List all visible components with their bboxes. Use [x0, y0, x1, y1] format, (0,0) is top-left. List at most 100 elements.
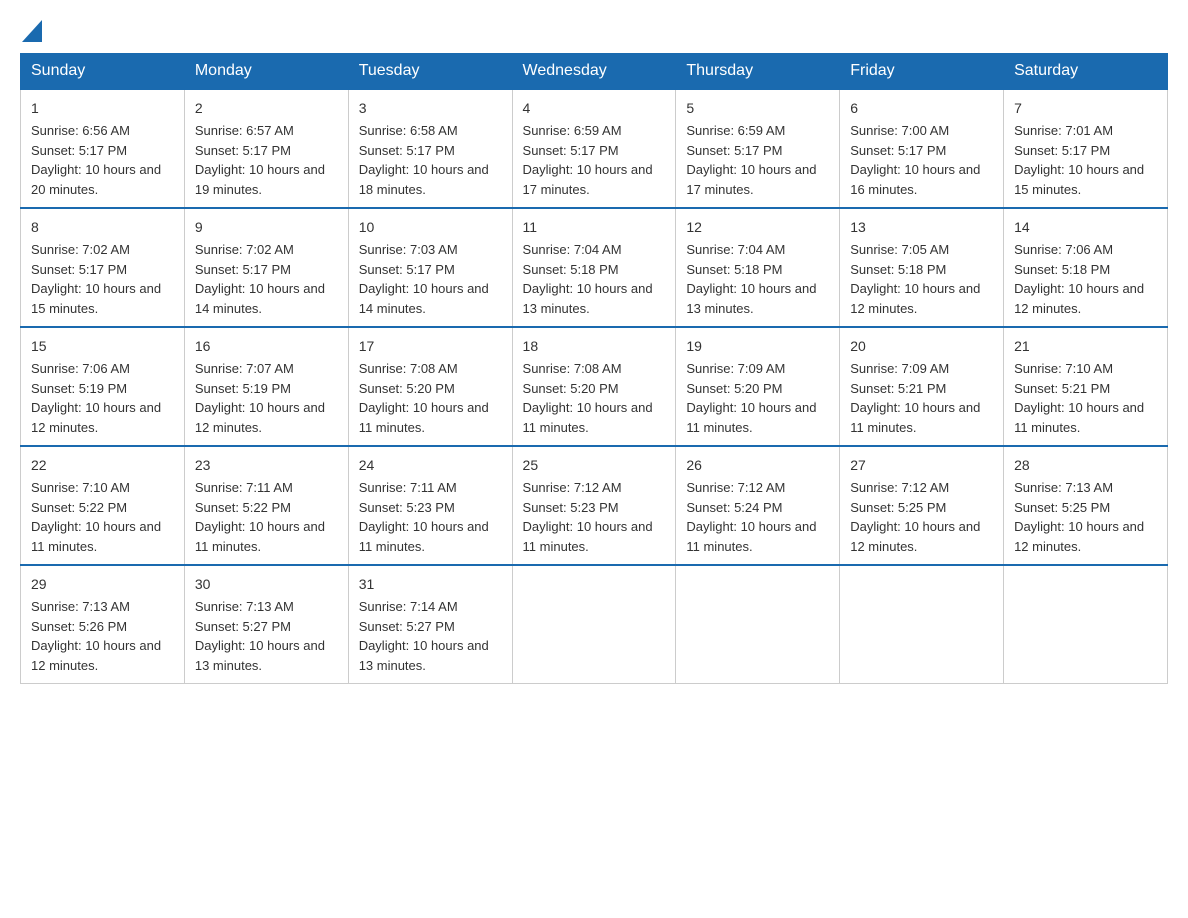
day-number: 6	[850, 98, 993, 119]
day-number: 29	[31, 574, 174, 595]
calendar-cell: 1Sunrise: 6:56 AMSunset: 5:17 PMDaylight…	[21, 89, 185, 208]
day-number: 2	[195, 98, 338, 119]
calendar-cell: 24 Sunrise: 7:11 AMSunset: 5:23 PMDayligh…	[348, 446, 512, 565]
day-number: 30	[195, 574, 338, 595]
day-info: Sunrise: 7:06 AMSunset: 5:19 PMDaylight:…	[31, 361, 161, 435]
day-header-friday: Friday	[840, 54, 1004, 90]
calendar-cell: 7 Sunrise: 7:01 AMSunset: 5:17 PMDaylight…	[1004, 89, 1168, 208]
calendar-week-row: 15Sunrise: 7:06 AMSunset: 5:19 PMDayligh…	[21, 327, 1168, 446]
day-info: Sunrise: 7:13 AMSunset: 5:26 PMDaylight:…	[31, 599, 161, 673]
day-number: 24	[359, 455, 502, 476]
day-info: Sunrise: 7:11 AMSunset: 5:22 PMDaylight:…	[195, 480, 325, 554]
calendar-week-row: 29 Sunrise: 7:13 AMSunset: 5:26 PMDayligh…	[21, 565, 1168, 684]
day-number: 3	[359, 98, 502, 119]
logo-triangle-icon	[22, 20, 42, 42]
day-number: 8	[31, 217, 174, 238]
day-info: Sunrise: 7:09 AMSunset: 5:20 PMDaylight:…	[686, 361, 816, 435]
calendar-cell: 15Sunrise: 7:06 AMSunset: 5:19 PMDayligh…	[21, 327, 185, 446]
day-info: Sunrise: 7:03 AMSunset: 5:17 PMDaylight:…	[359, 242, 489, 316]
calendar-cell: 3 Sunrise: 6:58 AMSunset: 5:17 PMDaylight…	[348, 89, 512, 208]
calendar-cell: 26 Sunrise: 7:12 AMSunset: 5:24 PMDayligh…	[676, 446, 840, 565]
day-number: 22	[31, 455, 174, 476]
day-number: 31	[359, 574, 502, 595]
calendar-cell	[512, 565, 676, 684]
day-number: 4	[523, 98, 666, 119]
day-number: 25	[523, 455, 666, 476]
day-info: Sunrise: 7:01 AMSunset: 5:17 PMDaylight:…	[1014, 123, 1144, 197]
day-number: 26	[686, 455, 829, 476]
calendar-cell: 20 Sunrise: 7:09 AMSunset: 5:21 PMDayligh…	[840, 327, 1004, 446]
day-info: Sunrise: 6:58 AMSunset: 5:17 PMDaylight:…	[359, 123, 489, 197]
day-info: Sunrise: 6:59 AMSunset: 5:17 PMDaylight:…	[686, 123, 816, 197]
calendar-cell	[676, 565, 840, 684]
calendar-cell: 23 Sunrise: 7:11 AMSunset: 5:22 PMDayligh…	[184, 446, 348, 565]
day-info: Sunrise: 7:08 AMSunset: 5:20 PMDaylight:…	[359, 361, 489, 435]
day-info: Sunrise: 7:05 AMSunset: 5:18 PMDaylight:…	[850, 242, 980, 316]
day-number: 27	[850, 455, 993, 476]
calendar-cell	[840, 565, 1004, 684]
calendar-cell: 8 Sunrise: 7:02 AMSunset: 5:17 PMDaylight…	[21, 208, 185, 327]
day-info: Sunrise: 7:08 AMSunset: 5:20 PMDaylight:…	[523, 361, 653, 435]
day-number: 17	[359, 336, 502, 357]
day-header-sunday: Sunday	[21, 54, 185, 90]
day-info: Sunrise: 7:12 AMSunset: 5:25 PMDaylight:…	[850, 480, 980, 554]
page-header	[20, 20, 1168, 43]
day-number: 14	[1014, 217, 1157, 238]
calendar-cell: 27 Sunrise: 7:12 AMSunset: 5:25 PMDayligh…	[840, 446, 1004, 565]
calendar-week-row: 8 Sunrise: 7:02 AMSunset: 5:17 PMDaylight…	[21, 208, 1168, 327]
calendar-table: SundayMondayTuesdayWednesdayThursdayFrid…	[20, 53, 1168, 684]
day-info: Sunrise: 7:10 AMSunset: 5:22 PMDaylight:…	[31, 480, 161, 554]
calendar-cell: 4Sunrise: 6:59 AMSunset: 5:17 PMDaylight…	[512, 89, 676, 208]
calendar-cell: 16Sunrise: 7:07 AMSunset: 5:19 PMDayligh…	[184, 327, 348, 446]
day-info: Sunrise: 7:10 AMSunset: 5:21 PMDaylight:…	[1014, 361, 1144, 435]
day-info: Sunrise: 7:02 AMSunset: 5:17 PMDaylight:…	[31, 242, 161, 316]
day-info: Sunrise: 7:14 AMSunset: 5:27 PMDaylight:…	[359, 599, 489, 673]
day-number: 19	[686, 336, 829, 357]
day-info: Sunrise: 7:06 AMSunset: 5:18 PMDaylight:…	[1014, 242, 1144, 316]
day-info: Sunrise: 7:07 AMSunset: 5:19 PMDaylight:…	[195, 361, 325, 435]
logo	[20, 20, 42, 43]
day-number: 5	[686, 98, 829, 119]
day-info: Sunrise: 7:02 AMSunset: 5:17 PMDaylight:…	[195, 242, 325, 316]
day-header-thursday: Thursday	[676, 54, 840, 90]
day-info: Sunrise: 7:11 AMSunset: 5:23 PMDaylight:…	[359, 480, 489, 554]
calendar-cell: 9 Sunrise: 7:02 AMSunset: 5:17 PMDaylight…	[184, 208, 348, 327]
day-info: Sunrise: 7:09 AMSunset: 5:21 PMDaylight:…	[850, 361, 980, 435]
day-number: 12	[686, 217, 829, 238]
calendar-cell: 11Sunrise: 7:04 AMSunset: 5:18 PMDayligh…	[512, 208, 676, 327]
day-info: Sunrise: 6:57 AMSunset: 5:17 PMDaylight:…	[195, 123, 325, 197]
day-info: Sunrise: 7:04 AMSunset: 5:18 PMDaylight:…	[523, 242, 653, 316]
calendar-cell: 28 Sunrise: 7:13 AMSunset: 5:25 PMDayligh…	[1004, 446, 1168, 565]
calendar-cell: 6 Sunrise: 7:00 AMSunset: 5:17 PMDaylight…	[840, 89, 1004, 208]
calendar-cell: 29 Sunrise: 7:13 AMSunset: 5:26 PMDayligh…	[21, 565, 185, 684]
calendar-cell: 25 Sunrise: 7:12 AMSunset: 5:23 PMDayligh…	[512, 446, 676, 565]
day-header-monday: Monday	[184, 54, 348, 90]
day-info: Sunrise: 7:00 AMSunset: 5:17 PMDaylight:…	[850, 123, 980, 197]
calendar-cell: 17 Sunrise: 7:08 AMSunset: 5:20 PMDayligh…	[348, 327, 512, 446]
day-number: 21	[1014, 336, 1157, 357]
day-info: Sunrise: 7:12 AMSunset: 5:24 PMDaylight:…	[686, 480, 816, 554]
calendar-cell: 5 Sunrise: 6:59 AMSunset: 5:17 PMDaylight…	[676, 89, 840, 208]
day-header-wednesday: Wednesday	[512, 54, 676, 90]
day-info: Sunrise: 7:13 AMSunset: 5:25 PMDaylight:…	[1014, 480, 1144, 554]
day-number: 23	[195, 455, 338, 476]
day-number: 18	[523, 336, 666, 357]
day-number: 9	[195, 217, 338, 238]
calendar-cell: 19 Sunrise: 7:09 AMSunset: 5:20 PMDayligh…	[676, 327, 840, 446]
calendar-cell: 31 Sunrise: 7:14 AMSunset: 5:27 PMDayligh…	[348, 565, 512, 684]
calendar-cell: 30 Sunrise: 7:13 AMSunset: 5:27 PMDayligh…	[184, 565, 348, 684]
day-number: 7	[1014, 98, 1157, 119]
day-number: 13	[850, 217, 993, 238]
day-header-saturday: Saturday	[1004, 54, 1168, 90]
day-info: Sunrise: 7:12 AMSunset: 5:23 PMDaylight:…	[523, 480, 653, 554]
day-number: 28	[1014, 455, 1157, 476]
day-info: Sunrise: 7:13 AMSunset: 5:27 PMDaylight:…	[195, 599, 325, 673]
calendar-cell: 2 Sunrise: 6:57 AMSunset: 5:17 PMDaylight…	[184, 89, 348, 208]
calendar-cell	[1004, 565, 1168, 684]
day-number: 10	[359, 217, 502, 238]
calendar-cell: 21 Sunrise: 7:10 AMSunset: 5:21 PMDayligh…	[1004, 327, 1168, 446]
day-number: 20	[850, 336, 993, 357]
day-header-tuesday: Tuesday	[348, 54, 512, 90]
calendar-cell: 18 Sunrise: 7:08 AMSunset: 5:20 PMDayligh…	[512, 327, 676, 446]
calendar-week-row: 1Sunrise: 6:56 AMSunset: 5:17 PMDaylight…	[21, 89, 1168, 208]
